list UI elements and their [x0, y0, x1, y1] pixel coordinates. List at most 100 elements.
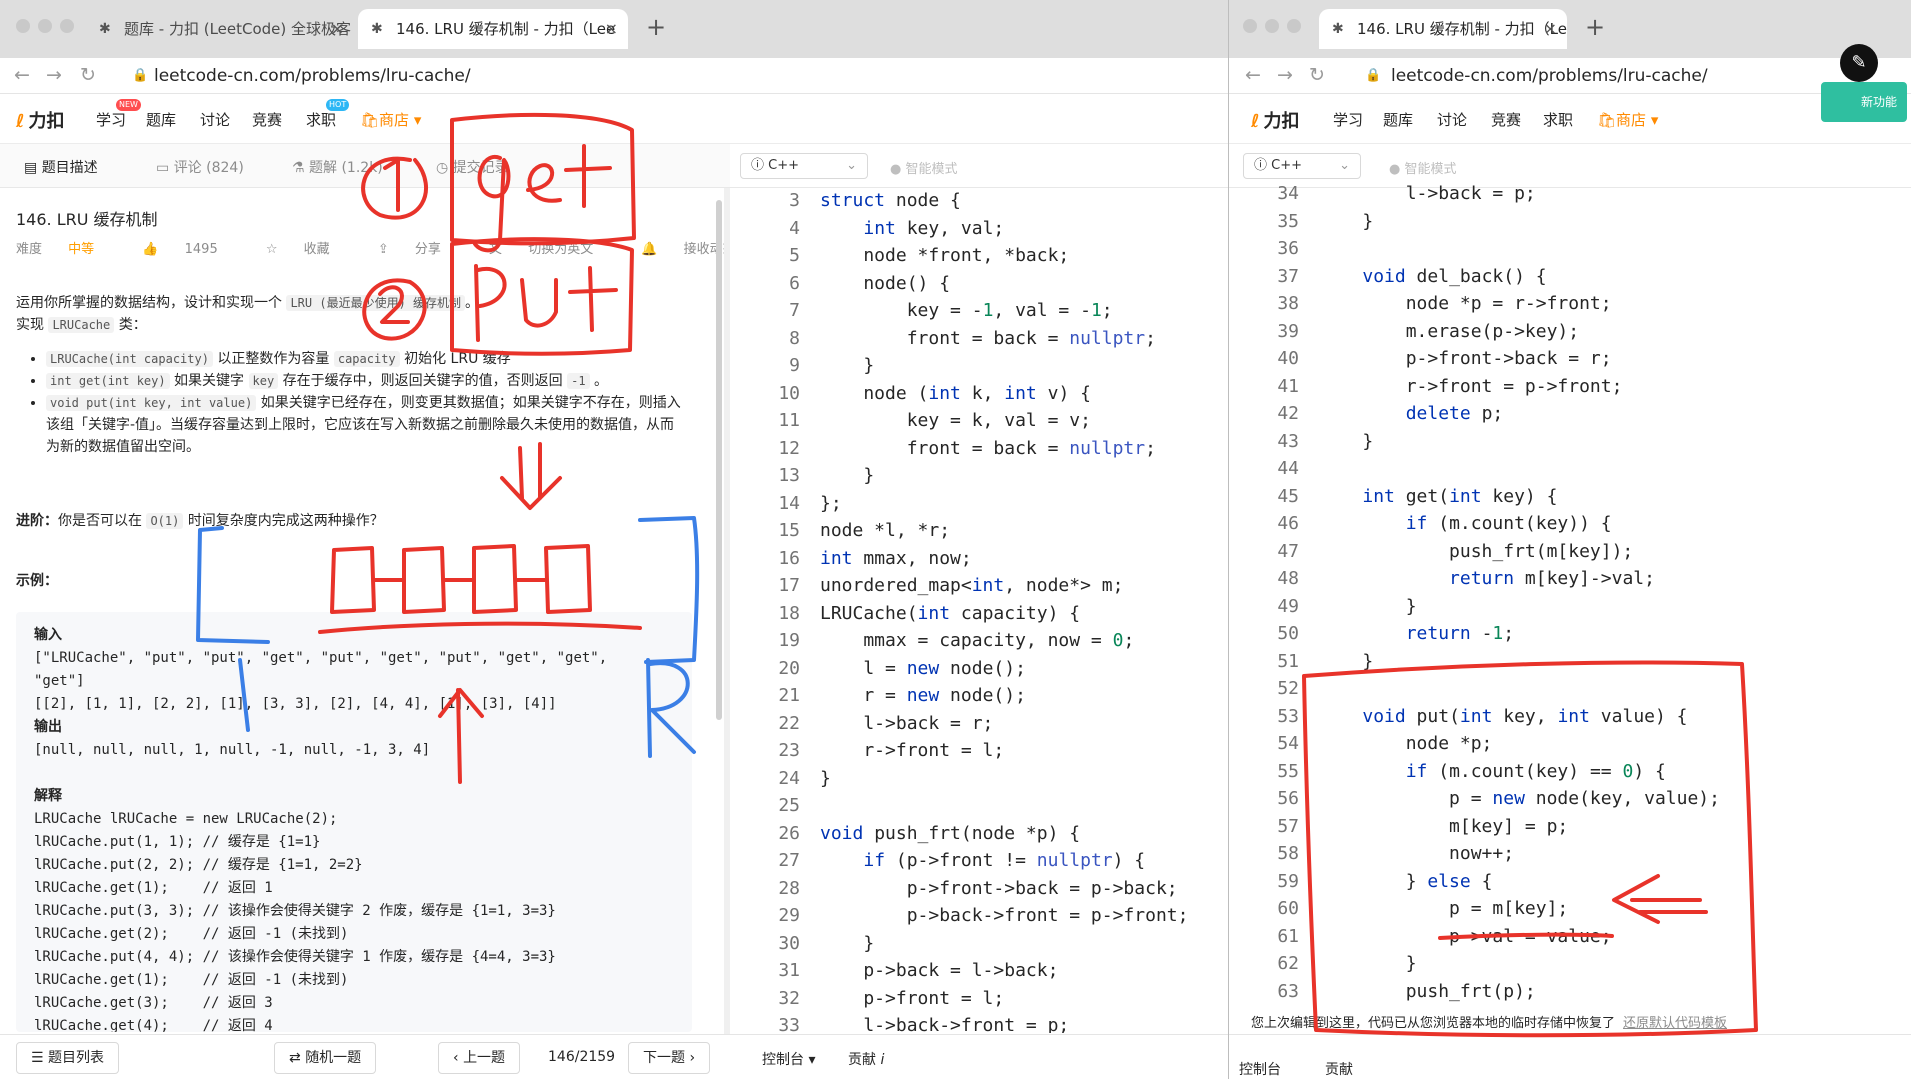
code-line[interactable]: 33 l->back->front = p; — [730, 1012, 1228, 1033]
code-line[interactable]: 13 } — [730, 462, 1228, 490]
close-tab-icon[interactable]: × — [1544, 9, 1557, 49]
new-feature-button[interactable]: 新功能 — [1821, 82, 1907, 122]
code-line[interactable]: 39 m.erase(p->key); — [1229, 318, 1911, 346]
random-problem-button[interactable]: ⇄ 随机一题 — [274, 1042, 377, 1074]
code-line[interactable]: 31 p->back = l->back; — [730, 957, 1228, 985]
maximize-window-icon[interactable] — [60, 19, 74, 33]
smart-mode-toggle[interactable]: ● 智能模式 — [890, 158, 958, 177]
code-line[interactable]: 44 — [1229, 455, 1911, 483]
close-tab-icon[interactable]: × — [331, 9, 344, 49]
pen-tool-icon[interactable]: ✎ — [1840, 44, 1878, 82]
switch-english-button[interactable]: 文 切换为英文 — [489, 242, 615, 257]
next-problem-button[interactable]: 下一题 › — [628, 1042, 711, 1074]
minimize-window-icon[interactable] — [1265, 19, 1279, 33]
problem-list-button[interactable]: ☰ 题目列表 — [16, 1042, 120, 1074]
code-line[interactable]: 45 int get(int key) { — [1229, 483, 1911, 511]
description-scrollbar[interactable] — [716, 200, 722, 720]
subscribe-button[interactable]: 🔔 接收动态 — [641, 242, 724, 257]
back-icon[interactable]: ← — [14, 65, 30, 85]
code-line[interactable]: 50 return -1; — [1229, 620, 1911, 648]
new-tab-icon[interactable]: + — [646, 14, 666, 40]
forward-icon[interactable]: → — [46, 65, 62, 85]
code-line[interactable]: 14}; — [730, 490, 1228, 518]
url-field[interactable]: leetcode-cn.com/problems/lru-cache/ — [154, 66, 471, 86]
minimize-window-icon[interactable] — [38, 19, 52, 33]
tab-lru-cache[interactable]: ✱ 146. LRU 缓存机制 - 力扣（Lee × — [1319, 9, 1567, 49]
tab-solutions[interactable]: ⚗ 题解 (1.2k) — [292, 157, 383, 177]
code-line[interactable]: 24} — [730, 765, 1228, 793]
code-line[interactable]: 28 p->front->back = p->back; — [730, 875, 1228, 903]
maximize-window-icon[interactable] — [1287, 19, 1301, 33]
code-line[interactable]: 19 mmax = capacity, now = 0; — [730, 627, 1228, 655]
code-line[interactable]: 25 — [730, 792, 1228, 820]
code-line[interactable]: 49 } — [1229, 593, 1911, 621]
tab-description[interactable]: ▤ 题目描述 — [24, 157, 98, 177]
code-line[interactable]: 5 node *front, *back; — [730, 242, 1228, 270]
code-line[interactable]: 40 p->front->back = r; — [1229, 345, 1911, 373]
code-line[interactable]: 34 l->back = p; — [1229, 180, 1911, 208]
code-line[interactable]: 51 } — [1229, 648, 1911, 676]
code-line[interactable]: 16 int mmax, now; — [730, 545, 1228, 573]
nav-discuss[interactable]: 讨论 — [1437, 109, 1467, 130]
console-button[interactable]: 控制台 — [1239, 1059, 1281, 1079]
tab-comments[interactable]: ▭ 评论 (824) — [156, 157, 244, 177]
nav-contest[interactable]: 竞赛 — [1491, 109, 1521, 130]
smart-mode-toggle[interactable]: ● 智能模式 — [1389, 158, 1457, 177]
nav-learn[interactable]: 学习 NEW — [96, 99, 141, 130]
back-icon[interactable]: ← — [1245, 65, 1261, 85]
url-field[interactable]: leetcode-cn.com/problems/lru-cache/ — [1391, 66, 1708, 86]
reload-icon[interactable]: ↻ — [80, 65, 96, 85]
share-button[interactable]: ⇪ 分享 — [378, 242, 463, 257]
code-line[interactable]: 4 int key, val; — [730, 215, 1228, 243]
language-select[interactable]: ⓘ C++ ⌄ — [740, 153, 868, 179]
contribute-button[interactable]: 贡献 i — [848, 1049, 884, 1069]
new-tab-icon[interactable]: + — [1585, 14, 1605, 40]
code-line[interactable]: 60 p = m[key]; — [1229, 895, 1911, 923]
code-line[interactable]: 37 void del_back() { — [1229, 263, 1911, 291]
code-line[interactable]: 36 — [1229, 235, 1911, 263]
code-line[interactable]: 54 node *p; — [1229, 730, 1911, 758]
code-line[interactable]: 43 } — [1229, 428, 1911, 456]
tab-problemset[interactable]: ✱ 题库 - 力扣 (LeetCode) 全球极客 × — [86, 9, 354, 49]
code-line[interactable]: 42 delete p; — [1229, 400, 1911, 428]
code-line[interactable]: 59 } else { — [1229, 868, 1911, 896]
close-window-icon[interactable] — [1243, 19, 1257, 33]
code-line[interactable]: 58 now++; — [1229, 840, 1911, 868]
code-line[interactable]: 26 void push_frt(node *p) { — [730, 820, 1228, 848]
code-line[interactable]: 62 } — [1229, 950, 1911, 978]
nav-problems[interactable]: 题库 — [1383, 109, 1413, 130]
nav-jobs[interactable]: 求职 — [1543, 109, 1573, 130]
code-line[interactable]: 10 node (int k, int v) { — [730, 380, 1228, 408]
reload-icon[interactable]: ↻ — [1309, 65, 1325, 85]
code-line[interactable]: 11 key = k, val = v; — [730, 407, 1228, 435]
prev-problem-button[interactable]: ‹ 上一题 — [438, 1042, 521, 1074]
code-editor-left[interactable]: 3 struct node {4 int key, val; 5 node *fro… — [730, 187, 1228, 1033]
code-line[interactable]: 29 p->back->front = p->front; — [730, 902, 1228, 930]
code-line[interactable]: 7 key = -1, val = -1; — [730, 297, 1228, 325]
code-line[interactable]: 35 } — [1229, 208, 1911, 236]
code-line[interactable]: 20 l = new node(); — [730, 655, 1228, 683]
favorite-button[interactable]: ☆ 收藏 — [266, 242, 352, 257]
code-line[interactable]: 57 m[key] = p; — [1229, 813, 1911, 841]
code-line[interactable]: 3 struct node { — [730, 187, 1228, 215]
restore-default-link[interactable]: 还原默认代码模板 — [1623, 1016, 1727, 1031]
like-button[interactable]: 👍 1495 — [142, 242, 239, 257]
nav-shop[interactable]: 🛍商店 ▾ — [360, 109, 421, 130]
leetcode-logo[interactable]: ℓ 力扣 — [16, 107, 65, 133]
tab-lru-cache[interactable]: ✱ 146. LRU 缓存机制 - 力扣（Lee × — [358, 9, 628, 49]
code-line[interactable]: 53 void put(int key, int value) { — [1229, 703, 1911, 731]
code-line[interactable]: 46 if (m.count(key)) { — [1229, 510, 1911, 538]
code-line[interactable]: 52 — [1229, 675, 1911, 703]
code-line[interactable]: 61 p->val = value; — [1229, 923, 1911, 951]
code-line[interactable]: 12 front = back = nullptr; — [730, 435, 1228, 463]
nav-learn[interactable]: 学习 — [1333, 109, 1363, 130]
code-line[interactable]: 18 LRUCache(int capacity) { — [730, 600, 1228, 628]
code-line[interactable]: 9 } — [730, 352, 1228, 380]
code-line[interactable]: 21 r = new node(); — [730, 682, 1228, 710]
code-line[interactable]: 47 push_frt(m[key]); — [1229, 538, 1911, 566]
code-line[interactable]: 30 } — [730, 930, 1228, 958]
code-line[interactable]: 48 return m[key]->val; — [1229, 565, 1911, 593]
forward-icon[interactable]: → — [1277, 65, 1293, 85]
code-editor-right[interactable]: 34 l->back = p; 35 } 36 37 void del_back() … — [1229, 180, 1911, 1004]
code-line[interactable]: 22 l->back = r; — [730, 710, 1228, 738]
